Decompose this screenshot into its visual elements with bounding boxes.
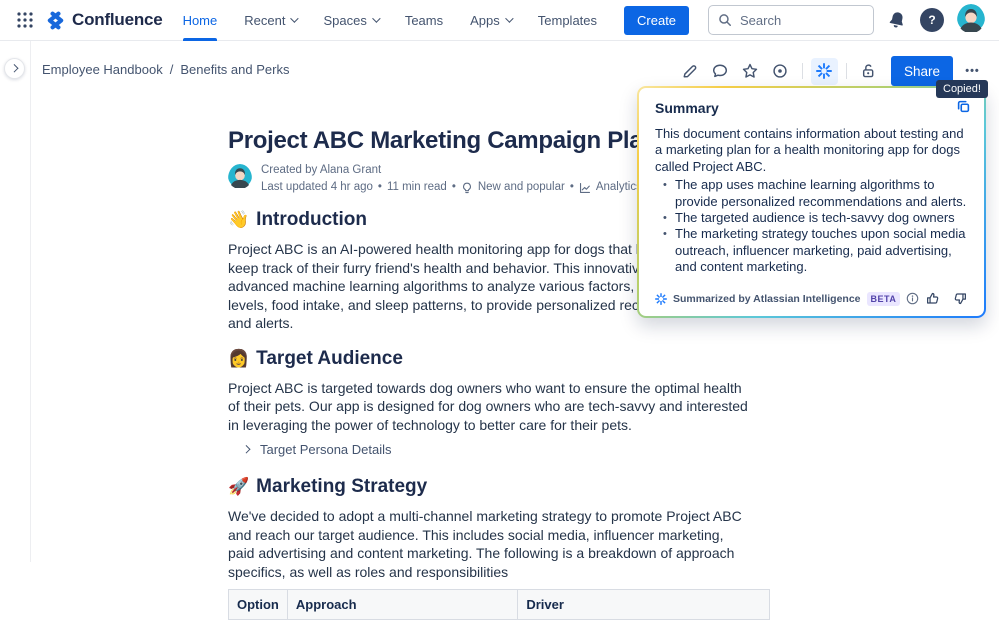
confluence-logo[interactable]: Confluence [46, 10, 163, 30]
chevron-down-icon [291, 14, 299, 22]
wave-emoji: 👋 [228, 208, 249, 232]
summary-bullet: The app uses machine learning algorithms… [663, 177, 968, 210]
comment-icon[interactable] [707, 58, 734, 85]
analytics-link[interactable]: Analytics [596, 181, 642, 194]
dot-separator: • [452, 181, 456, 194]
section-heading-marketing-strategy: 🚀 Marketing Strategy [228, 475, 748, 499]
summary-bullet: The targeted audience is tech-savvy dog … [663, 210, 968, 226]
rocket-emoji: 🚀 [228, 475, 249, 499]
table-header-driver: Driver [518, 590, 770, 620]
nav-item-recent[interactable]: Recent [244, 0, 296, 41]
dot-separator: • [378, 181, 382, 194]
new-and-popular-badge[interactable]: New and popular [478, 181, 565, 194]
notifications-bell-icon[interactable] [885, 8, 909, 32]
table-header-approach: Approach [287, 590, 517, 620]
atlassian-intelligence-icon[interactable] [811, 58, 838, 85]
copied-tooltip: Copied! [936, 80, 988, 98]
target-audience-paragraph: Project ABC is targeted towards dog owne… [228, 379, 748, 435]
strategy-table: Option Approach Driver [228, 589, 770, 620]
breadcrumb-benefits-and-perks[interactable]: Benefits and Perks [180, 62, 289, 77]
nav-item-templates[interactable]: Templates [538, 0, 597, 41]
atlassian-intelligence-icon [655, 293, 667, 305]
toolbar-divider [846, 63, 847, 79]
expand-target-persona-details[interactable]: Target Persona Details [228, 442, 748, 457]
breadcrumb-separator: / [170, 62, 174, 77]
chevron-down-icon [372, 14, 380, 22]
thumbs-down-icon[interactable] [953, 291, 968, 306]
summary-attribution: Summarized by Atlassian Intelligence [673, 293, 861, 305]
summary-bullet-list: The app uses machine learning algorithms… [655, 177, 968, 275]
product-name: Confluence [72, 10, 163, 30]
nav-item-teams[interactable]: Teams [405, 0, 443, 41]
beta-badge: BETA [867, 292, 901, 306]
nav-item-home[interactable]: Home [183, 0, 218, 41]
app-switcher-icon[interactable] [10, 5, 40, 35]
search-input[interactable] [738, 12, 864, 29]
ai-summary-popup: Summary This document contains informati… [637, 86, 986, 318]
info-icon[interactable] [906, 292, 919, 305]
watch-eye-icon[interactable] [767, 58, 794, 85]
edit-pencil-icon[interactable] [677, 58, 704, 85]
author-avatar[interactable] [228, 164, 252, 193]
breadcrumb: Employee Handbook / Benefits and Perks [42, 62, 289, 77]
marketing-strategy-paragraph: We've decided to adopt a multi-channel m… [228, 507, 748, 581]
summary-intro: This document contains information about… [655, 126, 968, 175]
search-box[interactable] [708, 5, 874, 35]
toolbar-divider [802, 63, 803, 79]
summary-bullet: The marketing strategy touches upon soci… [663, 226, 968, 275]
unlock-icon[interactable] [855, 58, 882, 85]
expand-sidebar-button[interactable] [4, 58, 25, 79]
thumbs-up-icon[interactable] [925, 291, 940, 306]
breadcrumb-employee-handbook[interactable]: Employee Handbook [42, 62, 163, 77]
top-navigation: Confluence Home Recent Spaces Teams Apps… [0, 0, 999, 41]
confluence-logo-icon [46, 11, 65, 30]
chevron-right-icon [242, 445, 250, 453]
read-time-text: 11 min read [387, 181, 447, 194]
star-icon[interactable] [737, 58, 764, 85]
nav-item-apps[interactable]: Apps [470, 0, 511, 41]
search-icon [718, 13, 732, 27]
woman-emoji: 👩 [228, 347, 249, 371]
sidebar-divider [30, 41, 31, 562]
create-button[interactable]: Create [624, 6, 689, 35]
lightbulb-icon [461, 182, 473, 194]
dot-separator: • [570, 181, 574, 194]
user-avatar[interactable] [957, 4, 985, 37]
nav-right-cluster: ? [708, 4, 985, 37]
chevron-down-icon [505, 14, 513, 22]
copy-icon[interactable] [956, 99, 971, 114]
summary-title: Summary [655, 100, 968, 116]
summary-body: This document contains information about… [655, 126, 968, 276]
last-updated-text: Last updated 4 hr ago [261, 181, 373, 194]
primary-nav: Home Recent Spaces Teams Apps Templates [183, 0, 597, 41]
analytics-chart-icon [579, 182, 591, 194]
chevron-right-icon [10, 64, 18, 72]
section-heading-target-audience: 👩 Target Audience [228, 347, 748, 371]
help-icon[interactable]: ? [920, 8, 944, 32]
nav-item-spaces[interactable]: Spaces [323, 0, 377, 41]
summary-footer: Summarized by Atlassian Intelligence BET… [655, 283, 968, 306]
table-header-option: Option [229, 590, 288, 620]
